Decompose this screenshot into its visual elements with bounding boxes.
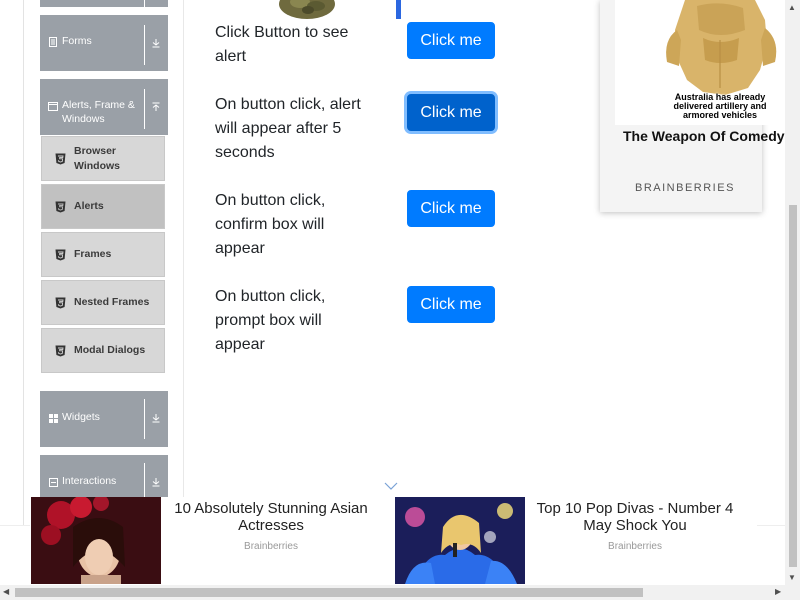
sidebar-item-label: Nested Frames	[74, 296, 150, 308]
scroll-up-icon[interactable]: ▲	[788, 3, 796, 12]
interactions-icon	[48, 477, 58, 487]
sidebar-item-label: Frames	[74, 248, 112, 260]
accent-bar	[396, 0, 401, 19]
group-divider	[144, 399, 145, 439]
ad-headline[interactable]: 10 Absolutely Stunning Asian Actresses	[161, 500, 381, 534]
sidebar-group-label: Interactions	[62, 475, 117, 487]
timer-alert-button[interactable]: Click me	[407, 94, 495, 131]
sidebar-group-widgets[interactable]: Widgets	[40, 391, 168, 447]
ad-brand: BRAINBERRIES	[635, 182, 735, 194]
sidebar-divider	[183, 0, 184, 540]
download-icon[interactable]	[151, 413, 161, 423]
ad-title[interactable]: The Weapon Of Comedy Most Poignant Ukrai…	[623, 128, 800, 144]
bottom-ads: 10 Absolutely Stunning Asian Actresses B…	[30, 497, 757, 584]
sidebar-item-alerts[interactable]: Alerts	[41, 184, 165, 229]
confirm-description: On button click, confirm box will appear	[215, 192, 326, 257]
scroll-down-icon[interactable]: ▼	[788, 573, 796, 582]
html5-icon	[55, 297, 66, 309]
ad-source: Brainberries	[244, 541, 298, 552]
window-icon	[48, 101, 58, 111]
sidebar-group-forms[interactable]: Forms	[40, 15, 168, 71]
html5-icon	[55, 345, 66, 357]
sidebar-group-elements-clipped[interactable]	[40, 0, 168, 7]
scroll-right-icon[interactable]: ▶	[775, 587, 781, 596]
form-icon	[48, 37, 58, 47]
html5-icon	[55, 201, 66, 213]
alert-button[interactable]: Click me	[407, 22, 495, 59]
group-divider	[144, 89, 145, 129]
ad-thumbnail[interactable]	[31, 497, 161, 584]
chevron-down-icon[interactable]	[384, 478, 398, 490]
prompt-description: On button click, prompt box will appear	[215, 288, 326, 353]
ad-thumbnail[interactable]	[395, 497, 525, 584]
sidebar-item-frames[interactable]: Frames	[41, 232, 165, 277]
page: Forms Alerts, Frame & Windows Browser Wi…	[0, 0, 800, 600]
sidebar-group-label: Forms	[62, 35, 92, 47]
sidebar-group-label: Alerts, Frame & Windows	[62, 99, 135, 125]
sidebar-item-label: Modal Dialogs	[74, 344, 146, 356]
html5-icon	[55, 153, 66, 165]
sidebar-group-alerts-frame-windows[interactable]: Alerts, Frame & Windows	[40, 79, 168, 135]
sidebar-item-label: Browser Windows	[74, 145, 120, 172]
alert-description: Click Button to see alert	[215, 24, 349, 65]
sidebar-group-label: Widgets	[62, 411, 100, 423]
ad-image-caption: Australia has already delivered artiller…	[673, 92, 767, 120]
group-divider	[144, 25, 145, 65]
html5-icon	[55, 249, 66, 261]
scroll-left-icon[interactable]: ◀	[3, 587, 9, 596]
confirm-button[interactable]: Click me	[407, 190, 495, 227]
upload-icon[interactable]	[151, 102, 161, 112]
left-border	[23, 0, 24, 540]
horizontal-scrollbar-thumb[interactable]	[15, 588, 643, 597]
widgets-icon	[48, 413, 58, 423]
vertical-scrollbar-thumb[interactable]	[789, 205, 797, 567]
cropped-image	[270, 0, 342, 20]
sidebar-item-modal-dialogs[interactable]: Modal Dialogs	[41, 328, 165, 373]
ad-source: Brainberries	[608, 541, 662, 552]
group-divider	[144, 0, 145, 7]
sidebar-item-nested-frames[interactable]: Nested Frames	[41, 280, 165, 325]
sidebar-item-label: Alerts	[74, 200, 104, 212]
download-icon[interactable]	[151, 38, 161, 48]
sidebar-item-browser-windows[interactable]: Browser Windows	[41, 136, 165, 181]
ad-headline[interactable]: Top 10 Pop Divas - Number 4 May Shock Yo…	[525, 500, 745, 534]
download-icon[interactable]	[151, 477, 161, 487]
prompt-button[interactable]: Click me	[407, 286, 495, 323]
timer-alert-description: On button click, alert will appear after…	[215, 96, 361, 161]
